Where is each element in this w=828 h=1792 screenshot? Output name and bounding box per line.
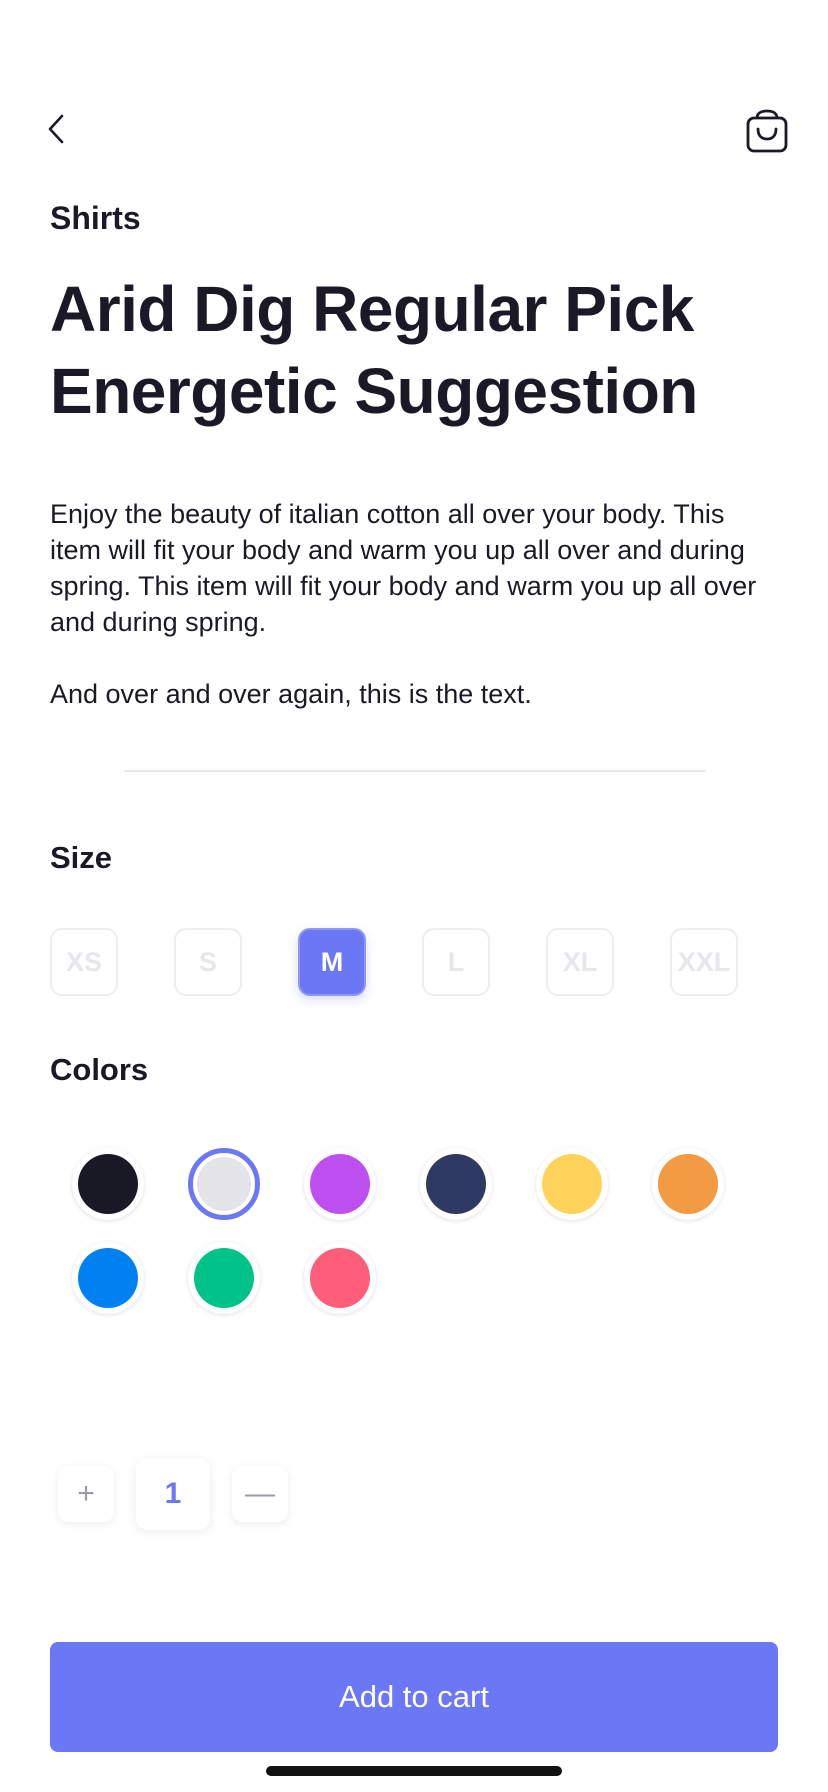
color-swatch-fill: [197, 1157, 251, 1211]
size-label: Size: [50, 840, 113, 875]
back-button[interactable]: [36, 106, 76, 156]
divider: [124, 770, 706, 772]
add-to-cart-button[interactable]: Add to cart: [50, 1642, 778, 1752]
colors-label: Colors: [50, 1052, 149, 1087]
color-swatch-fill: [78, 1154, 138, 1214]
product-category: Shirts: [50, 200, 141, 236]
shopping-bag-icon: [744, 109, 790, 158]
color-swatch-green[interactable]: [188, 1242, 260, 1314]
color-swatch-fill: [542, 1154, 602, 1214]
color-swatch-yellow[interactable]: [536, 1148, 608, 1220]
product-description: Enjoy the beauty of italian cotton all o…: [50, 496, 778, 712]
color-swatch-blue[interactable]: [72, 1242, 144, 1314]
color-swatch-fill: [310, 1154, 370, 1214]
color-swatch-purple[interactable]: [304, 1148, 376, 1220]
chevron-left-icon: [46, 113, 66, 150]
description-paragraph: And over and over again, this is the tex…: [50, 679, 532, 709]
cart-button[interactable]: [744, 108, 792, 156]
color-swatch-pink[interactable]: [304, 1242, 376, 1314]
quantity-decrement-button[interactable]: —: [232, 1466, 288, 1522]
color-swatch-black[interactable]: [72, 1148, 144, 1220]
size-option-l[interactable]: L: [422, 928, 490, 996]
product-title: Arid Dig Regular Pick Energetic Suggesti…: [50, 273, 698, 427]
color-swatch-fill: [78, 1248, 138, 1308]
color-swatch-navy[interactable]: [420, 1148, 492, 1220]
size-option-m[interactable]: M: [298, 928, 366, 996]
size-selector: XS S M L XL XXL: [50, 928, 750, 998]
quantity-increment-button[interactable]: +: [58, 1466, 114, 1522]
color-swatch-orange[interactable]: [652, 1148, 724, 1220]
size-option-xxl[interactable]: XXL: [670, 928, 738, 996]
quantity-value: 1: [136, 1458, 210, 1530]
size-option-xs[interactable]: XS: [50, 928, 118, 996]
description-paragraph: Enjoy the beauty of italian cotton all o…: [50, 499, 757, 637]
size-option-xl[interactable]: XL: [546, 928, 614, 996]
color-swatch-fill: [658, 1154, 718, 1214]
color-swatch-light-gray[interactable]: [188, 1148, 260, 1220]
size-option-s[interactable]: S: [174, 928, 242, 996]
home-indicator: [266, 1766, 562, 1776]
color-swatch-fill: [310, 1248, 370, 1308]
color-swatch-fill: [194, 1248, 254, 1308]
color-swatch-fill: [426, 1154, 486, 1214]
